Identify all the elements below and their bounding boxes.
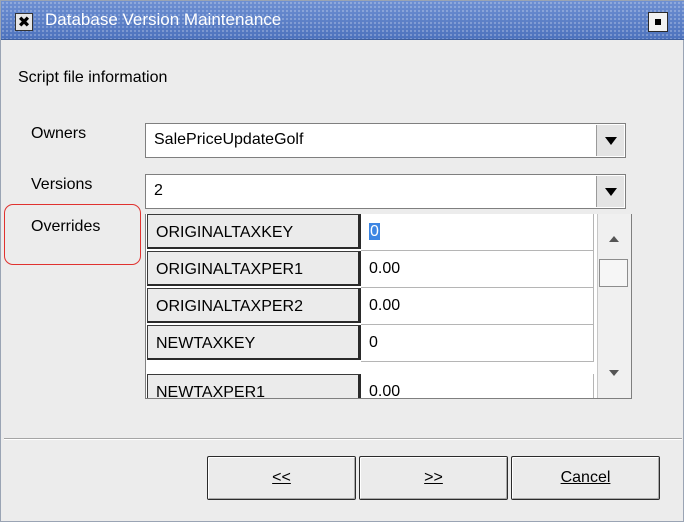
section-label: Script file information xyxy=(18,69,168,86)
override-value-cell[interactable]: 0 xyxy=(361,214,594,251)
scroll-thumb[interactable] xyxy=(599,259,628,287)
overrides-table[interactable]: ORIGINALTAXKEY 0 ORIGINALTAXPER1 0.00 OR… xyxy=(145,214,632,399)
maximize-icon[interactable] xyxy=(648,12,668,32)
override-key-cell: NEWTAXKEY xyxy=(147,325,361,360)
versions-label: Versions xyxy=(31,176,93,193)
scroll-up-arrow-icon[interactable] xyxy=(609,236,619,242)
previous-button[interactable]: << xyxy=(207,456,356,500)
table-row[interactable]: ORIGINALTAXPER2 0.00 xyxy=(146,288,594,325)
owners-value: SalePriceUpdateGolf xyxy=(154,131,304,148)
override-value-cell[interactable]: 0.00 xyxy=(361,251,594,288)
window-title: Database Version Maintenance xyxy=(45,10,282,29)
override-key-cell: ORIGINALTAXKEY xyxy=(147,214,361,249)
override-key-cell: NEWTAXPER1 xyxy=(147,374,361,398)
selected-value-text[interactable]: 0 xyxy=(369,223,380,240)
overrides-vertical-scrollbar[interactable] xyxy=(597,214,631,398)
versions-combo[interactable]: 2 xyxy=(145,174,626,209)
table-row[interactable]: ORIGINALTAXPER1 0.00 xyxy=(146,251,594,288)
override-value-cell[interactable]: 0 xyxy=(361,325,594,362)
override-key-cell: ORIGINALTAXPER1 xyxy=(147,251,361,286)
versions-dropdown-arrow-icon[interactable] xyxy=(596,176,624,207)
override-value-cell[interactable]: 0.00 xyxy=(361,288,594,325)
owners-label: Owners xyxy=(31,125,87,142)
table-row[interactable]: ORIGINALTAXKEY 0 xyxy=(146,214,594,251)
override-value-cell[interactable]: 0.00 xyxy=(361,374,594,398)
table-row[interactable]: NEWTAXKEY 0 xyxy=(146,325,594,362)
title-bar[interactable]: ✖ Database Version Maintenance xyxy=(1,1,684,40)
database-version-maintenance-window: ✖ Database Version Maintenance Script fi… xyxy=(0,0,684,522)
overrides-label: Overrides xyxy=(31,218,101,235)
next-button[interactable]: >> xyxy=(359,456,508,500)
scroll-down-arrow-icon[interactable] xyxy=(609,370,619,376)
close-icon[interactable]: ✖ xyxy=(15,13,33,31)
override-key-cell: ORIGINALTAXPER2 xyxy=(147,288,361,323)
separator-line xyxy=(4,438,682,440)
cancel-button[interactable]: Cancel xyxy=(511,456,660,500)
versions-value: 2 xyxy=(154,182,163,199)
owners-dropdown-arrow-icon[interactable] xyxy=(596,125,624,156)
table-row[interactable]: NEWTAXPER1 0.00 xyxy=(146,374,594,398)
owners-combo[interactable]: SalePriceUpdateGolf xyxy=(145,123,626,158)
